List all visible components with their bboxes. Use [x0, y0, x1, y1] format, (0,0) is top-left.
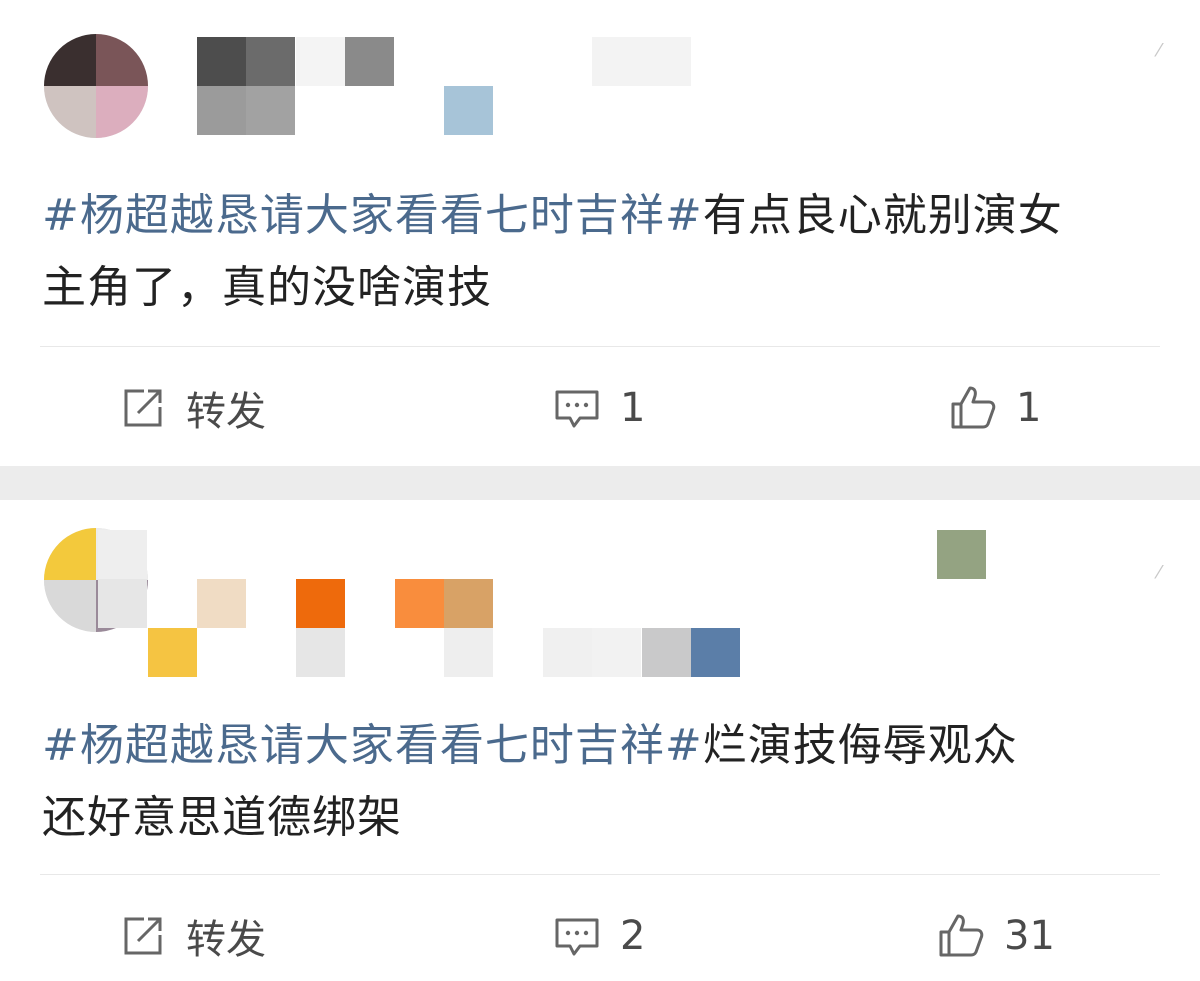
thumbs-up-icon [939, 914, 984, 957]
post-text-line: #杨超越恳请大家看看七时吉祥#烂演技侮辱观众 [42, 710, 1162, 782]
post-text-segment: 烂演技侮辱观众 [702, 720, 1018, 771]
hashtag-link[interactable]: #杨超越恳请大家看看七时吉祥# [42, 190, 703, 241]
like-count: 31 [1004, 913, 1055, 959]
post-card: ⁄ #杨超越恳请大家看看七时吉祥#烂演技侮辱观众 还好意思道德绑架 转发 2 3… [0, 500, 1200, 981]
repost-label: 转发 [186, 389, 266, 435]
divider [40, 874, 1160, 875]
repost-button[interactable]: 转发 [118, 368, 266, 448]
comment-icon [555, 918, 599, 956]
like-count: 1 [1016, 385, 1042, 431]
more-icon[interactable]: ⁄ [1148, 562, 1170, 584]
post-text-line: 主角了，真的没啥演技 [42, 262, 492, 313]
repost-icon [124, 389, 162, 427]
more-icon[interactable]: ⁄ [1148, 40, 1170, 62]
repost-button[interactable]: 转发 [118, 896, 266, 976]
like-button[interactable]: 1 [948, 368, 1041, 448]
comment-button[interactable]: 1 [552, 368, 645, 448]
feed-separator [0, 466, 1200, 500]
comment-icon [555, 390, 599, 428]
post-text: #杨超越恳请大家看看七时吉祥#有点良心就别演女 主角了，真的没啥演技 [42, 180, 1162, 324]
post-text-line: 还好意思道德绑架 [42, 792, 402, 843]
post-header: ⁄ [0, 0, 1200, 160]
avatar[interactable] [44, 34, 148, 138]
post-card: ⁄ #杨超越恳请大家看看七时吉祥#有点良心就别演女 主角了，真的没啥演技 转发 [0, 0, 1200, 466]
repost-icon [124, 917, 162, 955]
comment-count: 2 [620, 913, 646, 959]
action-bar: 转发 2 31 [0, 896, 1200, 976]
weibo-feed: ⁄ #杨超越恳请大家看看七时吉祥#有点良心就别演女 主角了，真的没啥演技 转发 [0, 0, 1200, 981]
post-header: ⁄ [0, 500, 1200, 677]
post-text: #杨超越恳请大家看看七时吉祥#烂演技侮辱观众 还好意思道德绑架 [42, 710, 1162, 854]
like-button[interactable]: 31 [936, 896, 1055, 976]
post-text-line: #杨超越恳请大家看看七时吉祥#有点良心就别演女 [42, 180, 1162, 252]
post-text-segment: 有点良心就别演女 [702, 190, 1063, 241]
repost-label: 转发 [186, 917, 266, 963]
thumbs-up-icon [951, 386, 996, 429]
comment-button[interactable]: 2 [552, 896, 645, 976]
divider [40, 346, 1160, 347]
action-bar: 转发 1 1 [0, 368, 1200, 448]
hashtag-link[interactable]: #杨超越恳请大家看看七时吉祥# [42, 720, 703, 771]
comment-count: 1 [620, 385, 646, 431]
